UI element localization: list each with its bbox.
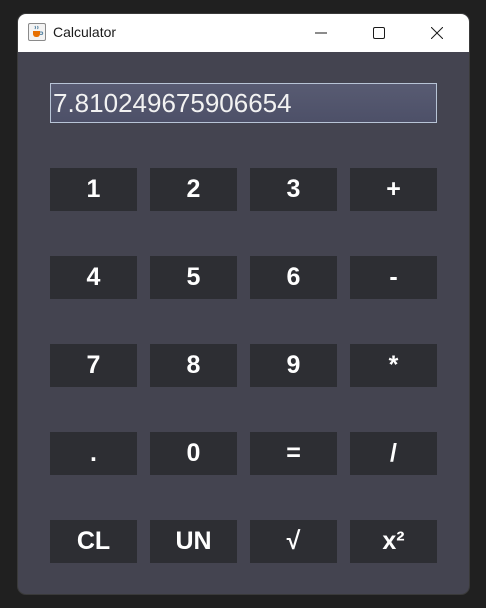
key-minus[interactable]: - (350, 256, 437, 299)
maximize-icon (373, 27, 385, 39)
key-divide[interactable]: / (350, 432, 437, 475)
key-6[interactable]: 6 (250, 256, 337, 299)
key-5[interactable]: 5 (150, 256, 237, 299)
key-clear[interactable]: CL (50, 520, 137, 563)
close-button[interactable] (414, 14, 460, 52)
key-square-root[interactable]: √ (250, 520, 337, 563)
key-9[interactable]: 9 (250, 344, 337, 387)
key-square[interactable]: x² (350, 520, 437, 563)
title-bar[interactable]: Calculator (18, 14, 469, 52)
calculator-window: Calculator 7.810249675906654 1 2 3 + 4 5… (18, 14, 469, 594)
minimize-button[interactable] (298, 14, 344, 52)
result-display[interactable]: 7.810249675906654 (50, 83, 437, 123)
key-7[interactable]: 7 (50, 344, 137, 387)
key-1[interactable]: 1 (50, 168, 137, 211)
key-4[interactable]: 4 (50, 256, 137, 299)
close-icon (431, 27, 443, 39)
key-undo[interactable]: UN (150, 520, 237, 563)
keypad: 1 2 3 + 4 5 6 - 7 8 9 * . 0 = / CL UN √ … (50, 168, 437, 563)
minimize-icon (315, 32, 327, 34)
key-8[interactable]: 8 (150, 344, 237, 387)
key-2[interactable]: 2 (150, 168, 237, 211)
key-3[interactable]: 3 (250, 168, 337, 211)
maximize-button[interactable] (356, 14, 402, 52)
key-equals[interactable]: = (250, 432, 337, 475)
key-0[interactable]: 0 (150, 432, 237, 475)
key-plus[interactable]: + (350, 168, 437, 211)
window-title: Calculator (53, 24, 117, 40)
key-decimal[interactable]: . (50, 432, 137, 475)
key-multiply[interactable]: * (350, 344, 437, 387)
java-cup-icon (28, 23, 46, 41)
